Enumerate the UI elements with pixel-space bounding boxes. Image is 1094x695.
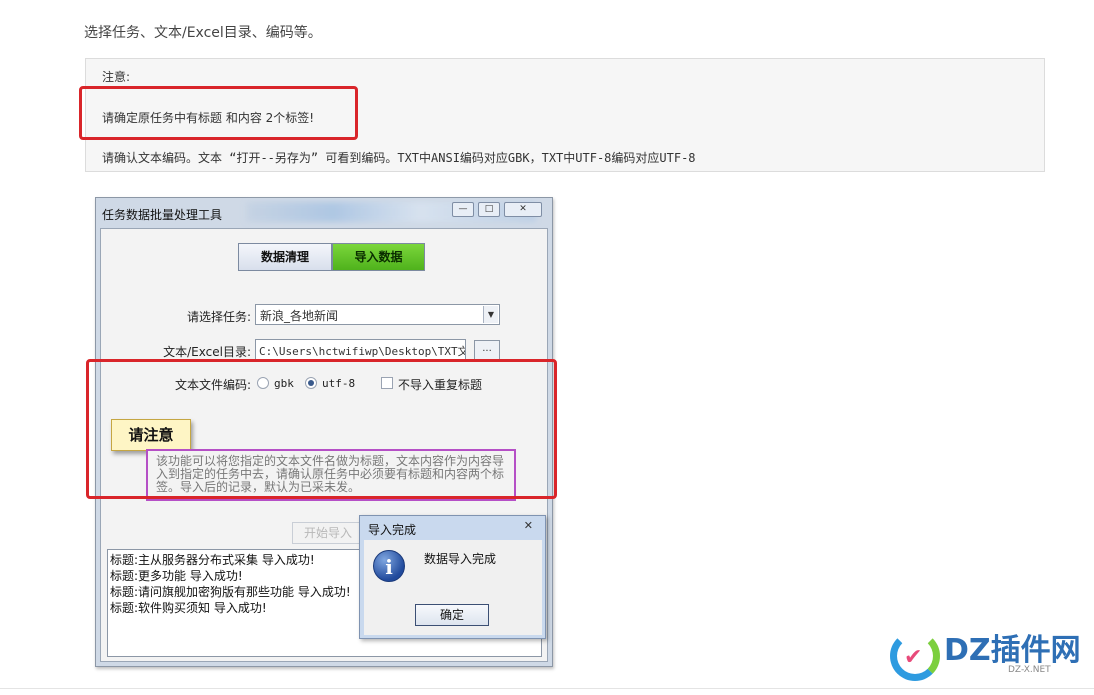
task-select[interactable]: 新浪_各地新闻 ▼ bbox=[255, 304, 500, 325]
close-button[interactable]: ✕ bbox=[504, 202, 542, 217]
intro-text: 选择任务、文本/Excel目录、编码等。 bbox=[84, 25, 322, 41]
footer-divider bbox=[0, 688, 1094, 689]
dialog-close-icon[interactable]: ✕ bbox=[524, 519, 533, 532]
window-title: 任务数据批量处理工具 bbox=[102, 208, 223, 222]
maximize-button[interactable]: □ bbox=[478, 202, 500, 217]
tab-data-clean[interactable]: 数据清理 bbox=[238, 243, 332, 271]
dialog-message: 数据导入完成 bbox=[424, 552, 497, 566]
note-title: 注意: bbox=[102, 70, 131, 84]
highlight-box-note bbox=[79, 86, 358, 140]
info-icon: i bbox=[373, 550, 405, 582]
browse-button[interactable]: ... bbox=[474, 340, 500, 360]
import-complete-dialog: 导入完成 ✕ i 数据导入完成 确定 bbox=[359, 515, 546, 639]
dir-input[interactable]: C:\Users\hctwifiwp\Desktop\TXT文章 bbox=[255, 339, 466, 360]
minimize-button[interactable]: — bbox=[452, 202, 474, 217]
watermark-brand: DZ插件网 bbox=[944, 633, 1081, 668]
highlight-box-encoding bbox=[86, 359, 557, 499]
watermark-sub: DZ-X.NET bbox=[1008, 665, 1051, 675]
dialog-title: 导入完成 bbox=[368, 523, 417, 537]
tab-bar: 数据清理 导入数据 bbox=[238, 243, 425, 271]
dir-label: 文本/Excel目录: bbox=[163, 345, 251, 359]
note-line-encoding: 请确认文本编码。文本 “打开--另存为” 可看到编码。TXT中ANSI编码对应G… bbox=[102, 151, 696, 165]
tab-import-data[interactable]: 导入数据 bbox=[332, 243, 425, 271]
task-select-value: 新浪_各地新闻 bbox=[260, 309, 339, 323]
logo-check-icon: ✔ bbox=[904, 645, 923, 670]
task-label: 请选择任务: bbox=[186, 310, 251, 324]
chevron-down-icon[interactable]: ▼ bbox=[483, 306, 498, 323]
start-import-button[interactable]: 开始导入 bbox=[292, 522, 364, 544]
ok-button[interactable]: 确定 bbox=[415, 604, 489, 626]
dialog-body: i 数据导入完成 确定 bbox=[364, 540, 542, 635]
